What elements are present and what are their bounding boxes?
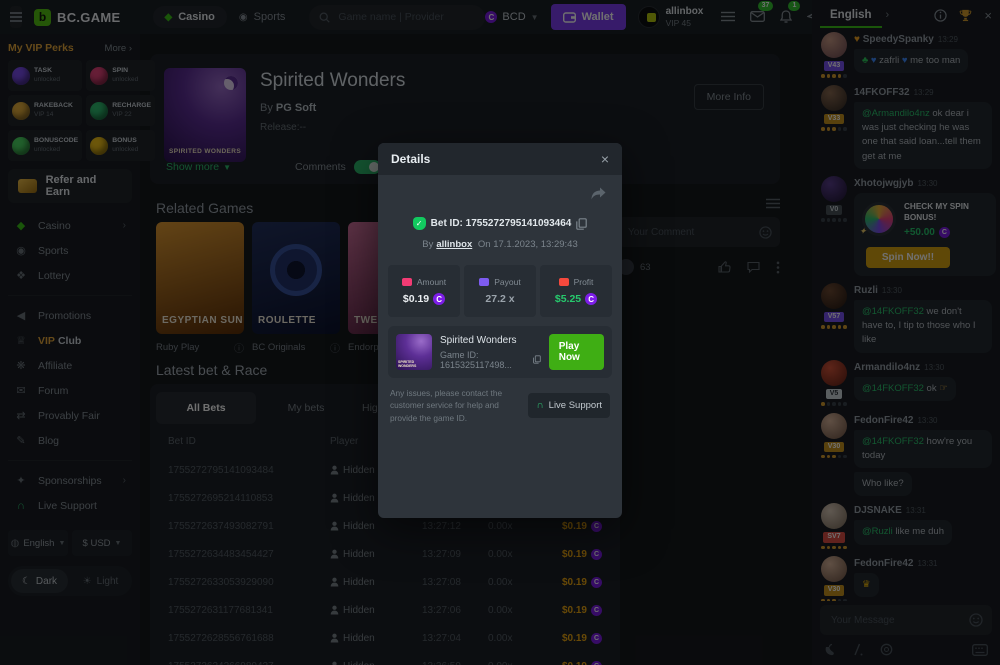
bet-meta-row: Byallinbox On 17.1.2023, 13:29:43 — [378, 239, 622, 250]
game-id-row: Game ID: 1615325117498... — [440, 350, 541, 370]
coin-icon: C — [585, 293, 597, 305]
bet-id-row: ✓ Bet ID: 1755272795141093464 — [378, 217, 622, 230]
modal-game-name: Spirited Wonders — [440, 335, 541, 346]
bet-id: Bet ID: 1755272795141093464 — [431, 218, 572, 229]
coin-icon: C — [433, 293, 445, 305]
modal-game-row: SPIRITED WONDERS Spirited Wonders Game I… — [388, 326, 612, 378]
copy-icon[interactable] — [576, 218, 587, 230]
support-note: Any issues, please contact the customer … — [390, 387, 518, 424]
stat-amount: Amount $0.19C — [388, 265, 460, 317]
bet-username-link[interactable]: allinbox — [436, 239, 472, 250]
modal-header: Details × — [378, 143, 622, 175]
live-support-button[interactable]: ∩ Live Support — [528, 393, 610, 418]
coins-icon — [559, 278, 569, 286]
cash-icon — [402, 278, 412, 286]
stat-payout: Payout 27.2 xC — [464, 265, 536, 317]
wallet-icon — [479, 278, 489, 286]
copy-icon[interactable] — [533, 354, 541, 365]
share-button[interactable] — [591, 185, 606, 203]
bet-datetime: 17.1.2023, 13:29:43 — [493, 239, 578, 250]
modal-title: Details — [391, 152, 430, 166]
stat-profit: Profit $5.25C — [540, 265, 612, 317]
bc-game-app: b BC.GAME ◆ Casino ◉ Sports C BCD ▼ Wall… — [0, 0, 1000, 665]
support-note-row: Any issues, please contact the customer … — [390, 387, 610, 424]
headset-icon: ∩ — [536, 400, 543, 411]
play-now-button[interactable]: Play Now — [549, 334, 604, 370]
verified-shield-icon: ✓ — [413, 217, 426, 230]
bet-details-modal: Details × ✓ Bet ID: 1755272795141093464 … — [378, 143, 622, 518]
game-thumbnail: SPIRITED WONDERS — [396, 334, 432, 370]
share-icon — [591, 187, 606, 200]
close-modal-icon[interactable]: × — [601, 151, 609, 167]
